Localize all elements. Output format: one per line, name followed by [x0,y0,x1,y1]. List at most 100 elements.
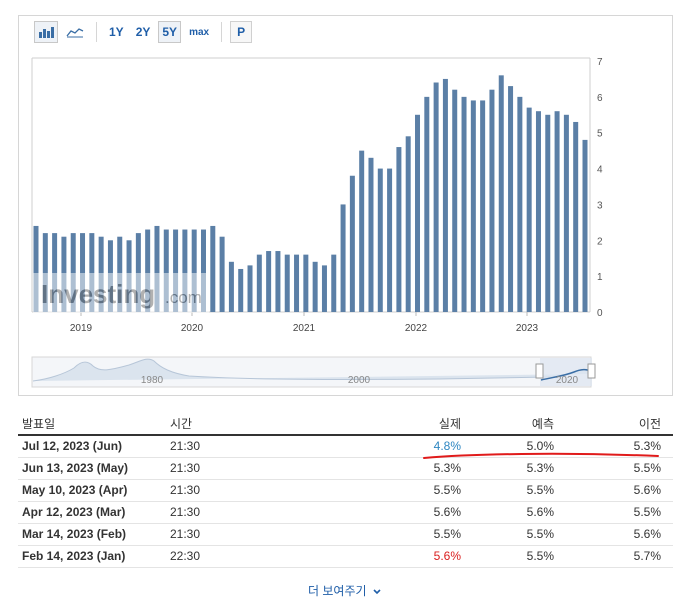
chart-bar [480,100,486,312]
x-tick-label: 2023 [516,323,539,334]
navigator-year-label: 1980 [141,375,164,386]
chart-bar [247,265,253,312]
cell-forecast: 5.3% [473,457,566,480]
chart-bar [415,114,421,312]
chart-bar [461,96,467,312]
chart-bar [321,265,327,312]
cell-previous: 5.5% [566,501,673,524]
cell-actual: 4.8% [385,435,473,458]
chart-bar [582,139,588,312]
chart-bar [470,100,476,312]
cell-date: Apr 12, 2023 (Mar) [18,501,166,524]
show-more-label[interactable]: 더 보여주기 [308,584,367,598]
bar-chart: 0 1 2 3 4 5 6 7 2019 2020 2021 2022 2023 Investing … [31,57,603,388]
chart-bar [405,136,411,312]
cell-date: May 10, 2023 (Apr) [18,479,166,502]
chart-bar [219,236,225,312]
y-tick-label: 1 [597,272,603,283]
cell-previous: 5.5% [566,457,673,480]
cell-date: Jul 12, 2023 (Jun) [18,435,166,458]
chart-bar [331,254,337,312]
cell-forecast: 5.5% [473,545,566,568]
y-tick-label: 2 [597,236,603,247]
chart-bar [563,114,569,312]
cell-actual: 5.6% [385,501,473,524]
chart-bar [508,86,514,312]
cell-previous: 5.7% [566,545,673,568]
y-tick-label: 0 [597,308,603,319]
navigator-right-handle[interactable] [587,363,596,379]
chart-bar [340,204,346,312]
chart-bar [294,254,300,312]
chart-bar [256,254,262,312]
chart-bar [498,75,504,312]
calendar-table: 발표일 시간 실제 예측 이전 Jul 12, 2023 (Jun) 21:30 4… [18,413,673,568]
cell-time: 21:30 [166,435,385,458]
col-header-date: 발표일 [22,417,56,431]
y-tick-label: 3 [597,200,603,211]
x-tick-label: 2020 [181,323,204,334]
chart-bar [368,157,374,312]
y-tick-label: 5 [597,129,603,140]
col-header-time: 시간 [170,417,193,431]
cell-previous: 5.6% [566,479,673,502]
cell-date: Jun 13, 2023 (May) [18,457,166,480]
watermark-suffix: .com [165,288,202,307]
cell-time: 21:30 [166,523,385,546]
table-row: Jul 12, 2023 (Jun) 21:30 4.8% 5.0% 5.3% [18,435,673,458]
chart-bar [349,175,355,312]
show-more-link[interactable]: 더 보여주기 [308,582,381,599]
cell-time: 22:30 [166,545,385,568]
chart-bar [312,261,318,312]
table-row: Feb 14, 2023 (Jan) 22:30 5.6% 5.5% 5.7% [18,545,673,568]
chart-bar [535,111,541,312]
cell-forecast: 5.5% [473,479,566,502]
x-tick-label: 2021 [293,323,316,334]
chart-bar [266,251,272,312]
cell-actual: 5.6% [385,545,473,568]
chart-bar [396,147,402,312]
chart-bar [517,96,523,312]
col-header-actual: 실제 [438,417,461,431]
chart-bar [545,114,551,312]
cell-date: Feb 14, 2023 (Jan) [18,545,166,568]
table-row: Mar 14, 2023 (Feb) 21:30 5.5% 5.5% 5.6% [18,523,673,546]
cell-actual: 5.5% [385,479,473,502]
chart-bar [275,251,281,312]
chart-widget: 1Y 2Y 5Y max P 01234567 2019 2020 2021 2022… [18,15,673,396]
cell-forecast: 5.6% [473,501,566,524]
chart-bar [303,254,309,312]
chart-bar [359,150,365,312]
chart-bar [238,268,244,312]
chart-bar [228,261,234,312]
cell-actual: 5.3% [385,457,473,480]
table-row: Jun 13, 2023 (May) 21:30 5.3% 5.3% 5.5% [18,457,673,480]
cell-date: Mar 14, 2023 (Feb) [18,523,166,546]
chart-bar [433,82,439,312]
chart-bar [377,168,383,312]
cell-previous: 5.3% [566,435,673,458]
chart-bar [452,89,458,312]
y-tick-label: 4 [597,165,603,176]
cell-time: 21:30 [166,479,385,502]
cell-forecast: 5.5% [473,523,566,546]
cell-actual: 5.5% [385,523,473,546]
chart-bar [424,96,430,312]
chart-bar [387,168,393,312]
chevron-down-icon [373,589,381,594]
navigator-year-label: 2000 [348,375,371,386]
chart-bar [210,225,216,312]
col-header-forecast: 예측 [531,417,554,431]
watermark-logo: Investing .com [33,273,209,313]
y-tick-label: 7 [597,57,603,68]
chart-bar [554,111,560,312]
x-tick-label: 2019 [70,323,93,334]
navigator-left-handle[interactable] [535,363,544,379]
range-navigator[interactable]: 1980 2000 2020 [31,356,596,388]
cell-time: 21:30 [166,501,385,524]
cell-forecast: 5.0% [473,435,566,458]
chart-bar [526,107,532,312]
watermark-brand: Investing [41,279,155,309]
table-row: May 10, 2023 (Apr) 21:30 5.5% 5.5% 5.6% [18,479,673,502]
cell-previous: 5.6% [566,523,673,546]
